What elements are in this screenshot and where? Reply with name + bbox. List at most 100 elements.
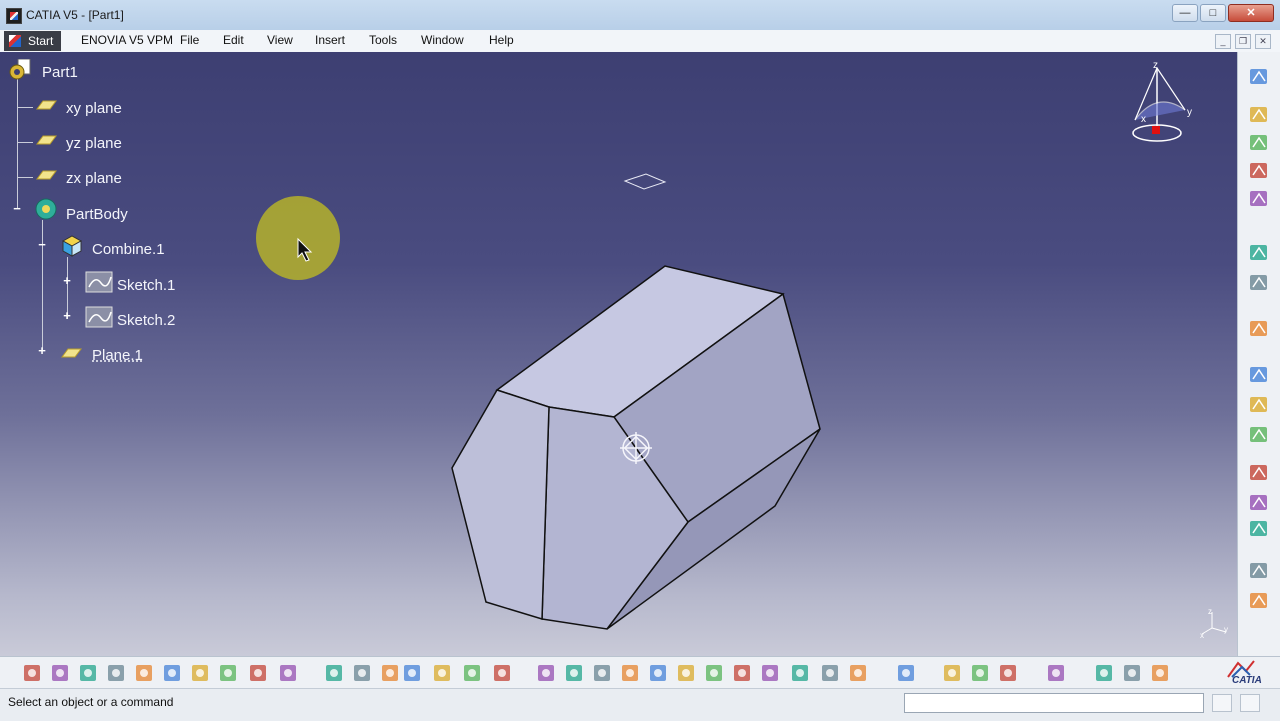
zoom-in-icon[interactable] — [648, 663, 668, 683]
tree-node-plane1[interactable]: Plane.1 — [92, 347, 143, 364]
doc-restore-button[interactable]: ❐ — [1235, 34, 1251, 49]
spline-icon[interactable] — [1248, 590, 1270, 612]
annotation-icon[interactable] — [352, 663, 372, 683]
print-icon[interactable] — [106, 663, 126, 683]
new-icon[interactable] — [22, 663, 42, 683]
multi-view-icon[interactable] — [732, 663, 752, 683]
status-bar: Select an object or a command — [0, 688, 1280, 721]
capture-icon[interactable] — [998, 663, 1018, 683]
window-title: CATIA V5 - [Part1] — [26, 8, 124, 22]
menu-insert[interactable]: Insert — [315, 33, 345, 47]
select-icon[interactable] — [1248, 242, 1270, 264]
status-button-1[interactable] — [1212, 694, 1232, 712]
iso-view-icon[interactable] — [760, 663, 780, 683]
menu-help[interactable]: Help — [489, 33, 514, 47]
maximize-button[interactable]: □ — [1200, 4, 1226, 22]
tree-node-yz-plane[interactable]: yz plane — [66, 135, 122, 152]
plane-icon[interactable] — [1248, 424, 1270, 446]
bottom-toolbar: CATIA — [0, 656, 1280, 689]
axis-icon[interactable] — [1122, 663, 1142, 683]
minimize-button[interactable]: — — [1172, 4, 1198, 22]
analysis-icon[interactable] — [492, 663, 512, 683]
fly-mode-icon[interactable] — [536, 663, 556, 683]
render-icon[interactable] — [848, 663, 868, 683]
manipulate-icon[interactable] — [1094, 663, 1114, 683]
shading-icon[interactable] — [790, 663, 810, 683]
formula-icon[interactable] — [324, 663, 344, 683]
command-input[interactable] — [904, 693, 1204, 713]
tree-node-combine1[interactable]: Combine.1 — [92, 241, 165, 258]
paste-icon[interactable] — [190, 663, 210, 683]
volume-icon[interactable] — [1248, 160, 1270, 182]
sweep-icon[interactable] — [1248, 492, 1270, 514]
catia-brand-text: CATIA — [1232, 675, 1262, 686]
swap-icon[interactable] — [896, 663, 916, 683]
expand-sketch2-icon[interactable]: + — [62, 309, 72, 322]
menu-enovia[interactable]: ENOVIA V5 VPM — [81, 33, 173, 47]
menu-window[interactable]: Window — [421, 33, 464, 47]
3d-viewport[interactable]: Part1 xy plane yz plane zx plane − PartB… — [0, 52, 1237, 656]
tree-node-part1[interactable]: Part1 — [42, 64, 78, 81]
sketch-icon — [85, 271, 113, 293]
status-button-2[interactable] — [1240, 694, 1260, 712]
copy-icon[interactable] — [162, 663, 182, 683]
doc-close-button[interactable]: ✕ — [1255, 34, 1271, 49]
link-icon[interactable] — [380, 663, 400, 683]
combine-icon — [61, 235, 83, 257]
save-icon[interactable] — [78, 663, 98, 683]
sketch-tool-icon[interactable] — [1248, 318, 1270, 340]
compass-widget[interactable]: z y x — [1125, 60, 1200, 148]
undo-icon[interactable] — [218, 663, 238, 683]
menu-file[interactable]: File — [180, 33, 199, 47]
hide-icon[interactable] — [970, 663, 990, 683]
catia-app-icon[interactable] — [6, 8, 22, 24]
expand-sketch1-icon[interactable]: + — [62, 274, 72, 287]
surface-icon[interactable] — [1248, 188, 1270, 210]
tree-node-xy-plane[interactable]: xy plane — [66, 100, 122, 117]
rotate-icon[interactable] — [620, 663, 640, 683]
collapse-partbody-icon[interactable]: − — [12, 202, 22, 215]
close-button[interactable]: ✕ — [1228, 4, 1274, 22]
fit-all-icon[interactable] — [564, 663, 584, 683]
snap-icon[interactable] — [1248, 272, 1270, 294]
part-root-icon[interactable] — [8, 59, 36, 83]
tree-node-partbody[interactable]: PartBody — [66, 206, 128, 223]
measure-icon[interactable] — [462, 663, 482, 683]
menu-view[interactable]: View — [267, 33, 293, 47]
extrude-icon[interactable] — [1248, 462, 1270, 484]
circle-icon[interactable] — [1248, 560, 1270, 582]
solid-icon[interactable] — [1248, 132, 1270, 154]
compass-y-label: y — [1187, 107, 1192, 118]
cut-icon[interactable] — [134, 663, 154, 683]
compass-handle[interactable] — [1152, 126, 1160, 134]
pan-icon[interactable] — [592, 663, 612, 683]
reframe-icon[interactable] — [1046, 663, 1066, 683]
fill-icon[interactable] — [1248, 518, 1270, 540]
tree-node-sketch2[interactable]: Sketch.2 — [117, 312, 175, 329]
expand-plane1-icon[interactable]: + — [37, 344, 47, 357]
normal-view-icon[interactable] — [704, 663, 724, 683]
point-icon[interactable] — [1248, 364, 1270, 386]
plane-glyph-icon — [623, 173, 667, 190]
left-face[interactable] — [451, 389, 550, 621]
collapse-combine-icon[interactable]: − — [37, 238, 47, 251]
catalog-icon[interactable] — [942, 663, 962, 683]
wireframe-icon[interactable] — [820, 663, 840, 683]
menu-tools[interactable]: Tools — [369, 33, 397, 47]
table-icon[interactable] — [402, 663, 422, 683]
catia-logo-icon — [9, 35, 21, 47]
menu-start[interactable]: Start — [4, 31, 62, 51]
doc-minimize-button[interactable]: _ — [1215, 34, 1231, 49]
graph-icon[interactable] — [432, 663, 452, 683]
tree-node-zx-plane[interactable]: zx plane — [66, 170, 122, 187]
open-icon[interactable] — [50, 663, 70, 683]
spec-tree-icon[interactable] — [1150, 663, 1170, 683]
line-icon[interactable] — [1248, 394, 1270, 416]
part-body-icon[interactable] — [1248, 104, 1270, 126]
zoom-out-icon[interactable] — [676, 663, 696, 683]
whats-this-icon[interactable] — [278, 663, 298, 683]
tree-node-sketch1[interactable]: Sketch.1 — [117, 277, 175, 294]
sketcher-icon[interactable] — [1248, 66, 1270, 88]
menu-edit[interactable]: Edit — [223, 33, 244, 47]
redo-icon[interactable] — [248, 663, 268, 683]
